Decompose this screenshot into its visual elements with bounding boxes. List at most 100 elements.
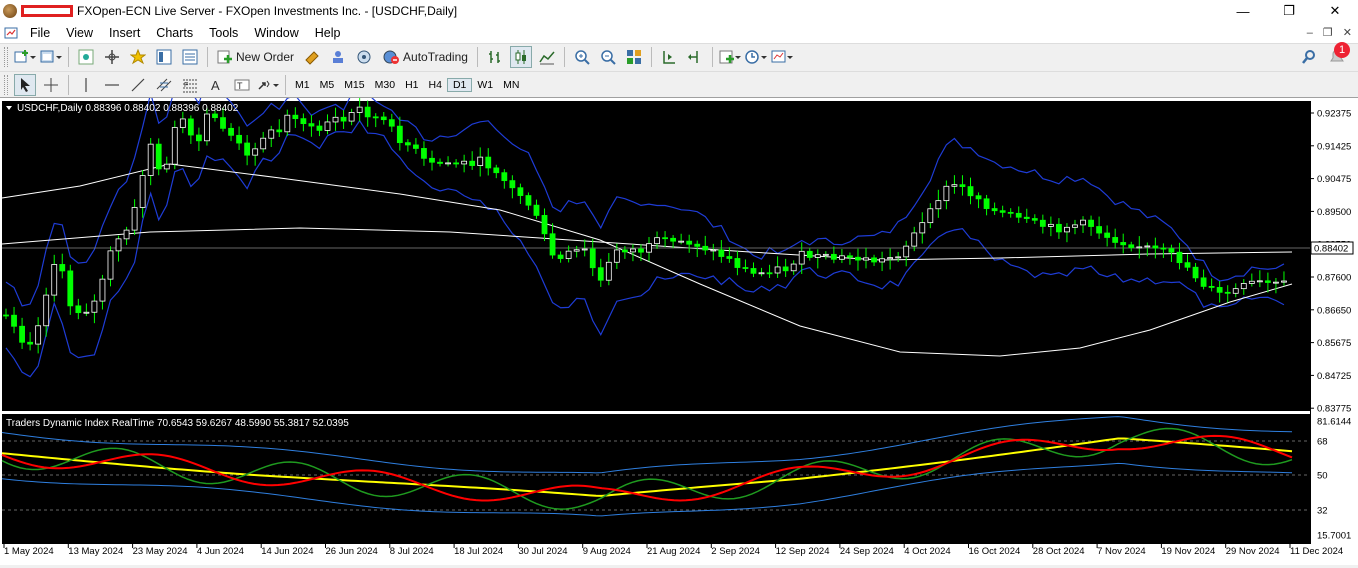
radio-icon[interactable] bbox=[353, 46, 375, 68]
chart-shift-icon[interactable] bbox=[658, 46, 680, 68]
timeframe-m5[interactable]: M5 bbox=[315, 79, 340, 91]
experts-icon[interactable] bbox=[301, 46, 323, 68]
candle-body bbox=[509, 180, 516, 189]
app-icon bbox=[3, 4, 17, 18]
date-tick-label: 24 Sep 2024 bbox=[840, 546, 894, 557]
chart-window-icon[interactable] bbox=[0, 26, 22, 40]
price-tick-label: 0.86650 bbox=[1317, 305, 1351, 316]
label-icon[interactable]: T bbox=[231, 74, 253, 96]
chart-window[interactable]: 0.923750.914250.904750.895000.885500.876… bbox=[0, 69, 1358, 565]
menu-charts[interactable]: Charts bbox=[148, 26, 201, 40]
timeframe-d1[interactable]: D1 bbox=[446, 77, 473, 92]
menu-tools[interactable]: Tools bbox=[201, 26, 246, 40]
chart-header: USDCHF,Daily 0.88396 0.88402 0.88396 0.8… bbox=[6, 103, 239, 114]
candle-body bbox=[1273, 281, 1279, 284]
candle-body bbox=[790, 263, 797, 272]
candle-body bbox=[1039, 219, 1046, 227]
timeframe-m15[interactable]: M15 bbox=[339, 79, 369, 91]
new-chart-button[interactable] bbox=[14, 46, 36, 68]
candle-body bbox=[814, 254, 821, 258]
candle-body bbox=[27, 341, 34, 345]
crosshair-icon[interactable] bbox=[40, 74, 62, 96]
menu-help[interactable]: Help bbox=[307, 26, 349, 40]
tile-windows-icon[interactable] bbox=[623, 46, 645, 68]
candle-body bbox=[236, 134, 242, 144]
current-price-label: 0.88402 bbox=[1310, 241, 1354, 255]
menu-file[interactable]: File bbox=[22, 26, 58, 40]
candle-body bbox=[67, 270, 74, 307]
candlestick-chart-icon[interactable] bbox=[509, 46, 532, 68]
profiles-button[interactable] bbox=[40, 46, 62, 68]
favorites-icon[interactable] bbox=[127, 46, 149, 68]
new-order-button[interactable]: New Order bbox=[214, 46, 297, 68]
search-icon[interactable] bbox=[1298, 46, 1320, 68]
menu-view[interactable]: View bbox=[58, 26, 101, 40]
signals-icon[interactable] bbox=[327, 46, 349, 68]
price-chart-svg[interactable]: 0.923750.914250.904750.895000.885500.876… bbox=[0, 69, 1358, 565]
candle-body bbox=[501, 172, 508, 182]
candle-body bbox=[268, 129, 275, 139]
templates-button[interactable] bbox=[771, 46, 793, 68]
minimize-button[interactable]: — bbox=[1220, 0, 1266, 22]
candle-body bbox=[798, 250, 805, 265]
zoom-in-icon[interactable] bbox=[571, 46, 593, 68]
cursor-icon[interactable] bbox=[14, 73, 36, 96]
candle-body bbox=[404, 142, 411, 146]
candle-body bbox=[718, 249, 725, 257]
candle-body bbox=[967, 186, 974, 197]
timeframe-m30[interactable]: M30 bbox=[370, 79, 400, 91]
timeframe-mn[interactable]: MN bbox=[498, 79, 524, 91]
text-icon[interactable]: A bbox=[205, 74, 227, 96]
auto-trading-button[interactable]: AutoTrading bbox=[379, 46, 471, 68]
candle-body bbox=[638, 248, 644, 253]
candle-body bbox=[51, 264, 58, 296]
mdi-close-button[interactable]: ✕ bbox=[1343, 26, 1352, 39]
fibonacci-icon[interactable]: F bbox=[179, 74, 201, 96]
indicators-button[interactable] bbox=[719, 46, 741, 68]
horizontal-line-icon[interactable] bbox=[101, 74, 123, 96]
indicator-tick-label: 81.6144 bbox=[1317, 417, 1351, 428]
candle-body bbox=[115, 238, 122, 252]
vertical-line-icon[interactable] bbox=[75, 74, 97, 96]
notifications-button[interactable]: 1 bbox=[1328, 42, 1350, 68]
timeframe-m1[interactable]: M1 bbox=[290, 79, 315, 91]
candle-body bbox=[959, 184, 966, 187]
terminal-icon[interactable] bbox=[179, 46, 201, 68]
timeframe-h4[interactable]: H4 bbox=[424, 79, 447, 91]
crosshair-move-icon[interactable] bbox=[101, 46, 123, 68]
periods-button[interactable] bbox=[745, 46, 767, 68]
candle-body bbox=[1208, 286, 1215, 288]
menu-bar: File View Insert Charts Tools Window Hel… bbox=[0, 22, 1358, 43]
timeframe-h1[interactable]: H1 bbox=[400, 79, 423, 91]
redacted-account-label bbox=[21, 5, 73, 17]
candle-body bbox=[316, 125, 323, 131]
channel-icon[interactable] bbox=[153, 74, 175, 96]
candle-body bbox=[517, 187, 524, 196]
timeframe-w1[interactable]: W1 bbox=[472, 79, 498, 91]
candle-body bbox=[340, 116, 347, 122]
navigator-icon[interactable] bbox=[153, 46, 175, 68]
candle-body bbox=[1224, 291, 1231, 294]
menu-window[interactable]: Window bbox=[246, 26, 306, 40]
trendline-icon[interactable] bbox=[127, 74, 149, 96]
line-chart-icon[interactable] bbox=[536, 46, 558, 68]
auto-trading-icon bbox=[383, 50, 400, 64]
zoom-out-icon[interactable] bbox=[597, 46, 619, 68]
mdi-minimize-button[interactable]: – bbox=[1307, 27, 1313, 39]
candle-body bbox=[999, 210, 1006, 213]
market-watch-icon[interactable] bbox=[75, 46, 97, 68]
maximize-button[interactable]: ❐ bbox=[1266, 0, 1312, 22]
auto-scroll-icon[interactable] bbox=[684, 46, 706, 68]
candle-body bbox=[951, 184, 958, 187]
mdi-restore-button[interactable]: ❐ bbox=[1323, 26, 1333, 39]
menu-insert[interactable]: Insert bbox=[101, 26, 148, 40]
arrows-button[interactable] bbox=[257, 74, 279, 96]
candle-body bbox=[1200, 277, 1207, 287]
candle-body bbox=[806, 250, 813, 258]
candle-body bbox=[469, 160, 476, 166]
candle-body bbox=[99, 278, 106, 302]
candle-body bbox=[244, 142, 251, 156]
candle-body bbox=[678, 240, 685, 243]
bar-chart-icon[interactable] bbox=[484, 46, 506, 68]
close-button[interactable]: ✕ bbox=[1312, 0, 1358, 22]
